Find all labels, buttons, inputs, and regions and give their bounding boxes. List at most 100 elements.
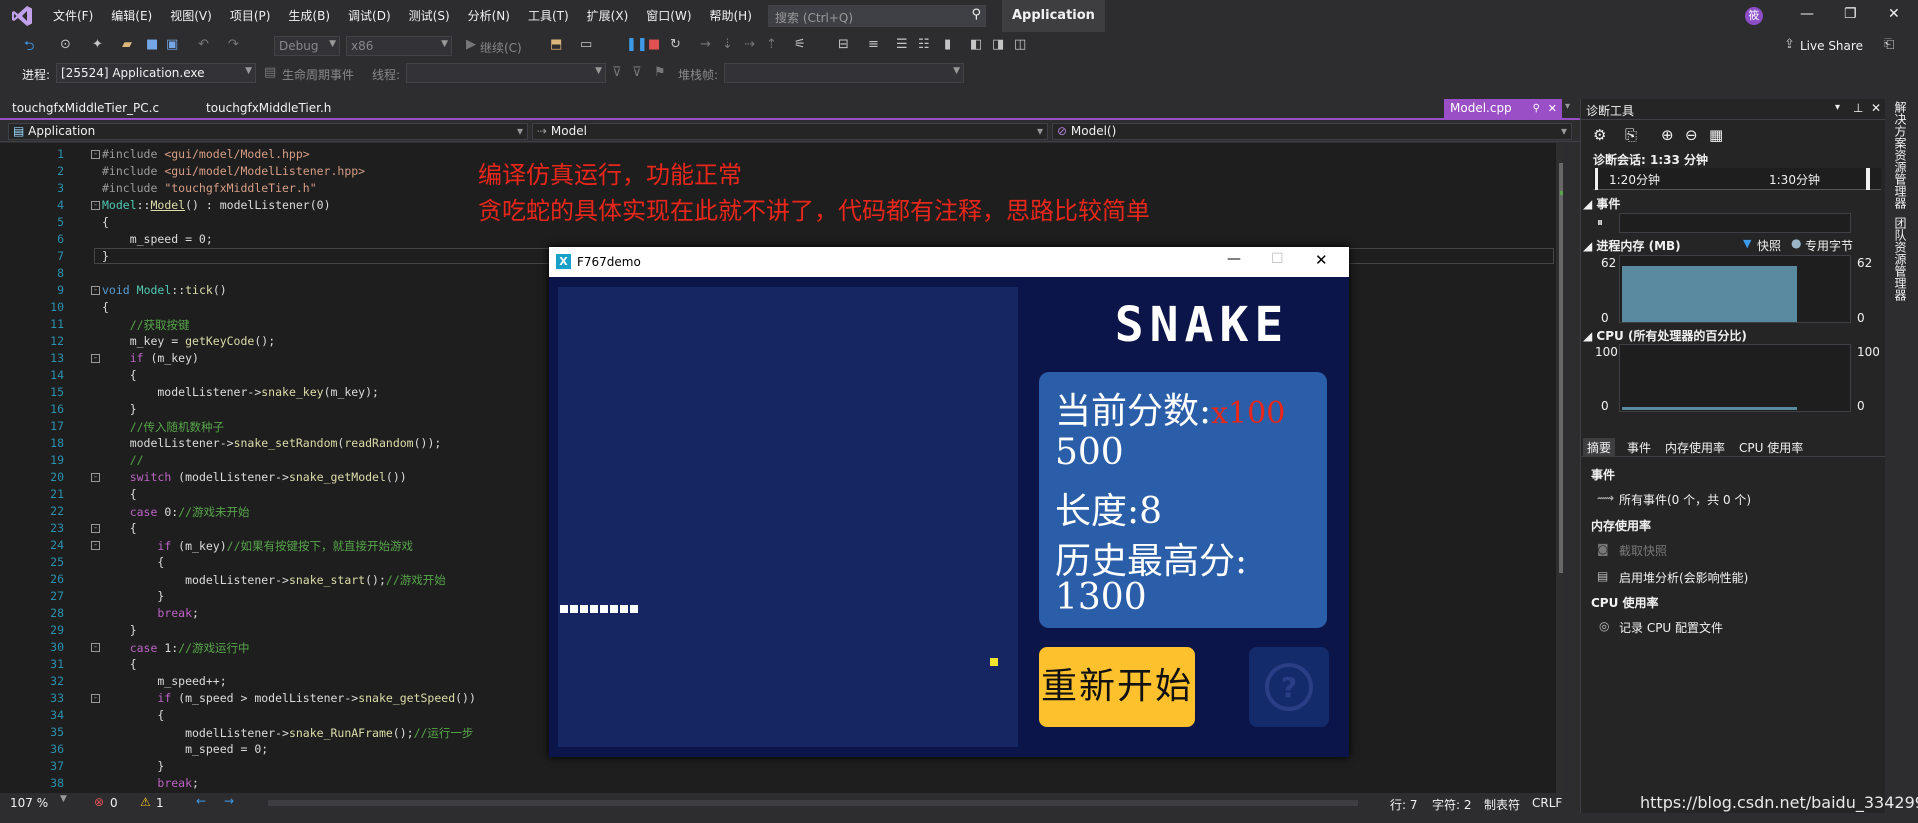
menu-tools[interactable]: 工具(T) (519, 0, 578, 32)
visual-studio-logo-icon[interactable] (0, 0, 44, 32)
clear-bookmarks-icon[interactable]: ◫ (1014, 37, 1026, 52)
solution-explorer-tab[interactable]: 解决方案资源管理器 (1893, 101, 1909, 209)
zoom-in-icon[interactable]: ⊕ (1661, 126, 1674, 144)
warning-count[interactable]: 1 (156, 796, 164, 810)
bookmark-icon[interactable]: ▮ (944, 37, 951, 52)
warning-icon[interactable]: ⚠ (140, 795, 151, 809)
scrollbar-thumb[interactable] (1559, 163, 1563, 573)
continue-label[interactable]: 继续(C) (480, 39, 522, 56)
fold-toggle[interactable]: - (91, 150, 100, 159)
chevron-down-icon[interactable]: ▾ (1835, 102, 1840, 113)
indent-icon[interactable]: ☰ (896, 37, 908, 52)
screen-icon[interactable]: ▭ (580, 37, 592, 52)
step-over-icon[interactable]: ⇢ (744, 37, 755, 52)
fold-toggle[interactable]: - (91, 201, 100, 210)
filter-icon[interactable]: ⊽ (612, 65, 622, 80)
tab-events[interactable]: 事件 (1627, 439, 1651, 456)
events-track[interactable] (1619, 213, 1851, 233)
fold-toggle[interactable]: - (91, 473, 100, 482)
memory-chart[interactable] (1619, 255, 1851, 323)
chevron-down-icon[interactable]: ▼ (60, 794, 67, 804)
breakpoints-icon[interactable]: ⊟ (838, 37, 849, 52)
record-cpu-button[interactable]: 记录 CPU 配置文件 (1619, 619, 1723, 636)
close-tab-icon[interactable]: ✕ (1548, 99, 1557, 118)
tab-overflow-icon[interactable]: ▾ (1565, 101, 1570, 112)
restart-button[interactable]: 重新开始 (1039, 647, 1195, 727)
hex-icon[interactable]: ⚟ (794, 37, 806, 52)
menu-file[interactable]: 文件(F) (44, 0, 102, 32)
fold-toggle[interactable]: - (91, 354, 100, 363)
tab-model-cpp[interactable]: Model.cpp ⚲ ✕ (1444, 99, 1562, 118)
continue-icon[interactable]: ▶ (466, 37, 476, 52)
menu-build[interactable]: 生成(B) (279, 0, 339, 32)
reset-zoom-icon[interactable]: ▦ (1709, 126, 1723, 144)
step-into-icon[interactable]: ⇣ (722, 37, 733, 52)
menu-help[interactable]: 帮助(H) (701, 0, 761, 32)
thread-select[interactable]: ▼ (406, 63, 606, 83)
flag-icon[interactable]: ⚑ (654, 65, 666, 80)
take-snapshot-button[interactable]: 截取快照 (1619, 542, 1667, 559)
pin-icon[interactable]: ⊥ (1853, 101, 1863, 115)
tab-summary[interactable]: 摘要 (1583, 438, 1616, 457)
fold-toggle[interactable]: - (91, 643, 100, 652)
fold-toggle[interactable]: - (91, 541, 100, 550)
comment-icon[interactable]: ≡ (868, 37, 879, 52)
stackframe-select[interactable]: ▼ (724, 63, 964, 83)
timeline-ruler[interactable]: 1:20分钟 1:30分钟 (1593, 168, 1881, 190)
minimize-icon[interactable]: — (1800, 6, 1814, 22)
vertical-scrollbar[interactable] (1556, 143, 1563, 793)
platform-select[interactable]: x86 ▼ (346, 36, 452, 56)
show-next-statement-icon[interactable]: → (700, 37, 711, 52)
tab-memory-usage[interactable]: 内存使用率 (1665, 439, 1725, 456)
settings-icon[interactable]: ⚙ (1593, 126, 1606, 144)
error-count[interactable]: 0 (110, 796, 118, 810)
export-icon[interactable]: ⎘ (1625, 126, 1637, 144)
eol-indicator[interactable]: CRLF (1532, 796, 1562, 810)
new-project-icon[interactable]: ✦ (92, 37, 103, 52)
redo-icon[interactable]: ↷ (228, 37, 239, 52)
close-icon[interactable]: ✕ (1888, 6, 1900, 22)
search-input[interactable]: 搜索 (Ctrl+Q) ⚲ (768, 5, 986, 27)
prev-bookmark-icon[interactable]: ◧ (970, 37, 982, 52)
events-section[interactable]: ◢ 事件 (1583, 195, 1883, 213)
feedback-icon[interactable]: ⎗ (1884, 37, 1894, 52)
member-select[interactable]: ⊘ Model() ▾ (1052, 123, 1572, 140)
process-select[interactable]: [25524] Application.exe ▼ (56, 63, 256, 83)
nav-back-icon[interactable]: ← (196, 794, 206, 808)
menu-project[interactable]: 项目(P) (221, 0, 280, 32)
error-icon[interactable]: ⊗ (94, 795, 104, 809)
fold-toggle[interactable]: - (91, 286, 100, 295)
fold-toggle[interactable]: - (91, 694, 100, 703)
cpu-chart[interactable] (1619, 344, 1851, 412)
back-icon[interactable]: ⮌ (24, 37, 34, 59)
open-file-icon[interactable]: ▰ (122, 37, 132, 52)
restore-icon[interactable]: ❐ (1844, 6, 1857, 22)
menu-edit[interactable]: 编辑(E) (102, 0, 161, 32)
horizontal-scrollbar[interactable] (268, 800, 1358, 806)
tab-cpu-usage[interactable]: CPU 使用率 (1739, 439, 1803, 456)
stop-icon[interactable]: ■ (648, 37, 660, 52)
tabs-indicator[interactable]: 制表符 (1484, 796, 1520, 813)
close-icon[interactable]: ✕ (1315, 251, 1328, 269)
nav-forward-icon[interactable]: → (224, 794, 234, 808)
minimize-icon[interactable]: — (1227, 251, 1241, 267)
game-board[interactable] (558, 287, 1018, 747)
save-icon[interactable]: ■ (146, 37, 158, 52)
live-share-label[interactable]: Live Share (1800, 39, 1863, 53)
forward-icon[interactable]: ⊙ (60, 37, 71, 52)
next-bookmark-icon[interactable]: ◨ (992, 37, 1004, 52)
restart-icon[interactable]: ↻ (670, 37, 681, 52)
avatar[interactable]: 筱 (1745, 7, 1763, 25)
menu-extensions[interactable]: 扩展(X) (578, 0, 638, 32)
zoom-out-icon[interactable]: ⊖ (1685, 126, 1698, 144)
menu-window[interactable]: 窗口(W) (637, 0, 700, 32)
maximize-icon[interactable]: ☐ (1271, 251, 1284, 267)
timeline-cursor[interactable] (1866, 168, 1870, 190)
pause-icon[interactable]: ❚❚ (626, 37, 648, 52)
attach-icon[interactable]: ⬒ (550, 37, 562, 52)
all-events-link[interactable]: 所有事件(0 个，共 0 个) (1619, 491, 1751, 508)
menu-debug[interactable]: 调试(D) (339, 0, 400, 32)
menu-test[interactable]: 测试(S) (400, 0, 459, 32)
pin-icon[interactable]: ⚲ (1533, 99, 1540, 118)
lifecycle-icon[interactable]: ▤ (264, 65, 276, 80)
